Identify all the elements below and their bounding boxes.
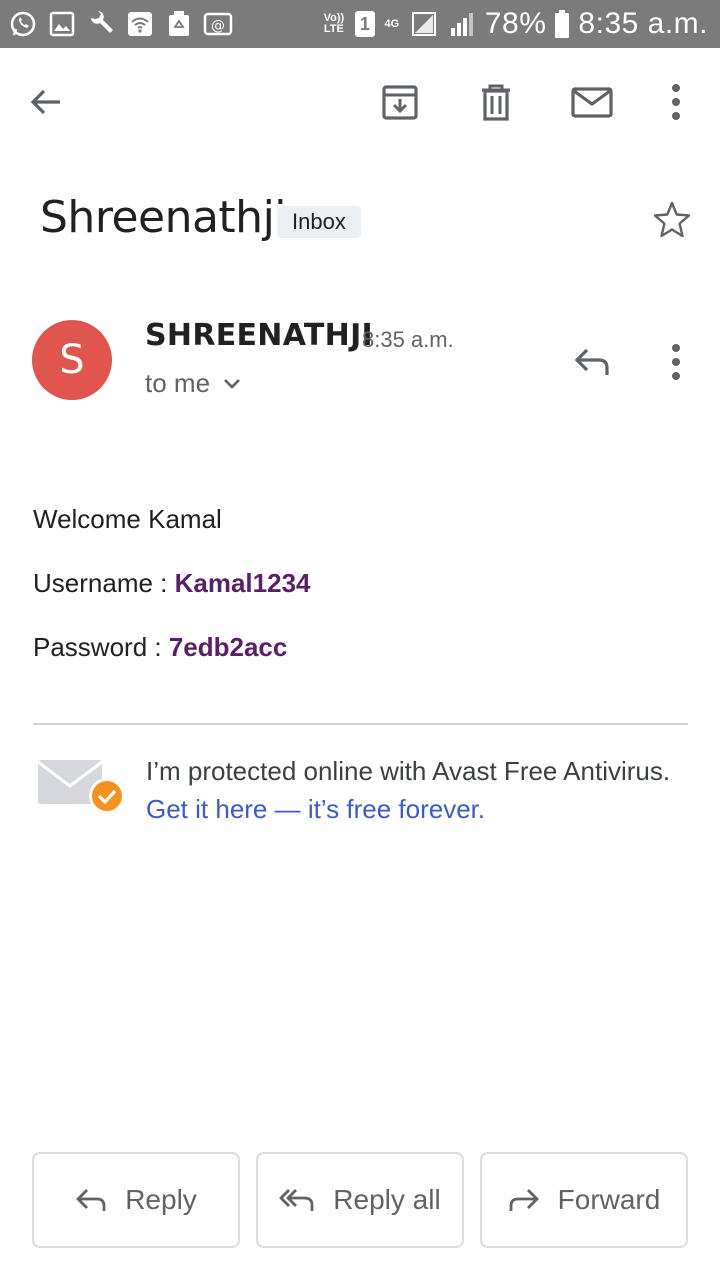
forward-button[interactable]: Forward [480, 1152, 688, 1248]
message-more-button[interactable] [652, 336, 700, 388]
recipient-details-toggle[interactable]: to me [145, 368, 242, 399]
chevron-down-icon [224, 378, 240, 389]
mail-icon [571, 87, 613, 118]
notification-icons: @ [8, 8, 233, 40]
whatsapp-icon [8, 9, 38, 39]
email-notification-icon: @ [203, 9, 233, 39]
recycle-icon [164, 9, 194, 39]
sender-avatar[interactable]: S [32, 320, 112, 400]
email-time: 8:35 a.m. [362, 327, 454, 352]
more-vert-icon [672, 344, 680, 380]
more-vert-icon [672, 84, 680, 120]
clock: 8:35 a.m. [578, 7, 708, 40]
back-arrow-icon [30, 89, 60, 115]
star-icon [653, 201, 691, 238]
archive-icon [382, 85, 418, 120]
avast-promo-text: I’m protected online with Avast Free Ant… [146, 752, 686, 828]
back-button[interactable] [20, 76, 72, 128]
status-bar: @ Vo)) LTE 1 4G 78% 8:35 a.m. [0, 0, 720, 48]
wrench-icon [86, 9, 116, 39]
volte-indicator: Vo)) LTE [323, 12, 345, 35]
archive-button[interactable] [374, 76, 426, 128]
sim-indicator: 1 [354, 11, 375, 37]
username-value: Kamal1234 [174, 568, 311, 598]
recipient-text: to me [145, 368, 211, 398]
username-line: Username : Kamal1234 [33, 568, 311, 599]
avast-promo-link[interactable]: Get it here — it’s free forever. [146, 794, 485, 824]
battery-icon [554, 9, 570, 39]
password-value: 7edb2acc [168, 632, 288, 662]
svg-text:@: @ [211, 18, 225, 34]
forward-label: Forward [557, 1184, 661, 1215]
sender-name: SHREENATHJI [145, 318, 373, 353]
avast-mail-icon [36, 756, 128, 816]
star-button[interactable] [648, 196, 696, 244]
reply-button-header[interactable] [566, 336, 618, 388]
password-label: Password : [33, 632, 169, 662]
gallery-icon [47, 9, 77, 39]
username-label: Username : [33, 568, 175, 598]
forward-icon [509, 1189, 539, 1211]
greeting-text: Welcome Kamal [33, 504, 222, 534]
more-options-button[interactable] [650, 76, 702, 128]
email-subject: Shreenathji [40, 192, 287, 243]
battery-percent: 78% [484, 7, 547, 40]
delete-button[interactable] [470, 76, 522, 128]
reply-button[interactable]: Reply [32, 1152, 240, 1248]
network-type: 4G [384, 18, 400, 30]
promo-body: I’m protected online with Avast Free Ant… [146, 756, 671, 786]
status-indicators: Vo)) LTE 1 4G 78% 8:35 a.m. [321, 6, 708, 42]
reply-all-label: Reply all [333, 1184, 441, 1215]
inbox-label[interactable]: Inbox [277, 206, 361, 238]
mark-unread-button[interactable] [566, 76, 618, 128]
signature-divider [33, 723, 688, 725]
signal-sim1-icon [409, 9, 439, 39]
reply-icon [76, 1189, 106, 1211]
reply-label: Reply [125, 1184, 197, 1215]
signal-bars-icon [447, 9, 477, 39]
reply-all-icon [279, 1189, 314, 1211]
password-line: Password : 7edb2acc [33, 632, 287, 663]
reply-all-button[interactable]: Reply all [256, 1152, 464, 1248]
reply-icon [574, 348, 609, 375]
email-toolbar [0, 48, 720, 158]
trash-icon [482, 84, 510, 121]
wifi-box-icon [125, 9, 155, 39]
